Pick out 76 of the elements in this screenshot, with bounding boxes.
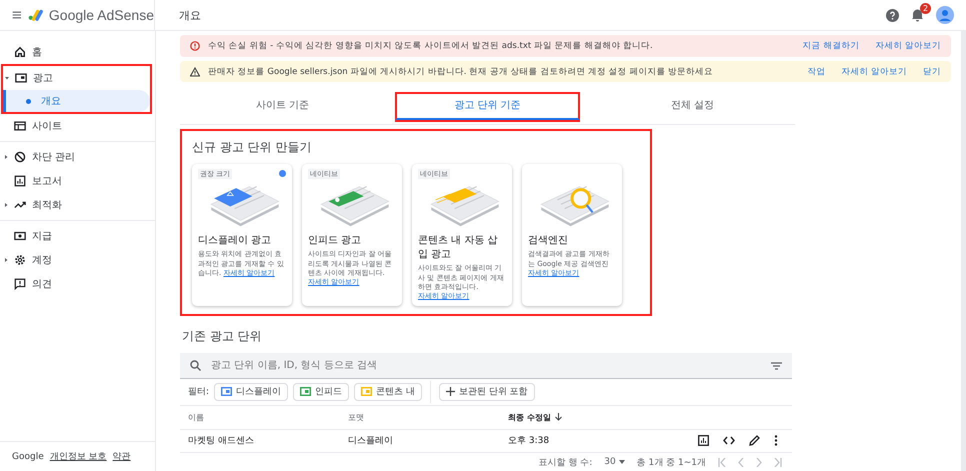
- caret-icon[interactable]: [4, 258, 8, 262]
- section-title: 신규 광고 단위 만들기: [192, 139, 312, 156]
- card-title: 검색엔진: [528, 234, 569, 248]
- dropdown-icon: [618, 460, 625, 464]
- filter-icon[interactable]: [771, 362, 782, 370]
- code-icon[interactable]: [723, 436, 735, 446]
- nav-item[interactable]: 지급: [2, 224, 151, 248]
- card-title: 인피드 광고: [308, 234, 362, 248]
- notification-badge: 2: [920, 3, 931, 14]
- more-icon[interactable]: [774, 435, 778, 446]
- nav-subitem[interactable]: 개요: [3, 90, 150, 112]
- nav-item[interactable]: 광고: [3, 66, 150, 90]
- filter-chip[interactable]: 디스플레이: [214, 382, 288, 401]
- alert-link[interactable]: 작업: [807, 66, 826, 78]
- footer-link[interactable]: 개인정보 보호: [50, 450, 107, 463]
- card-title: 콘텐츠 내 자동 삽입 광고: [418, 234, 499, 262]
- menu-icon[interactable]: [12, 9, 22, 21]
- page-title: 개요: [179, 8, 201, 22]
- nav-item[interactable]: 보고서: [2, 169, 151, 193]
- page-range: 총 1개 중 1~1개: [636, 456, 706, 469]
- feedback-icon: [14, 278, 26, 290]
- bar-chart-icon: [14, 175, 26, 187]
- app-name: Google AdSense: [48, 7, 154, 23]
- nav-item[interactable]: 의견: [2, 272, 151, 296]
- trend-icon: [14, 199, 26, 211]
- alert-link[interactable]: 자세히 알아보기: [841, 66, 907, 78]
- footer-link[interactable]: 약관: [112, 450, 131, 463]
- search-field[interactable]: 광고 단위 이름, ID, 형식 등으로 검색: [209, 359, 763, 372]
- section-title: 기존 광고 단위: [182, 328, 263, 346]
- column-header[interactable]: 최종 수정일: [508, 412, 648, 423]
- rows-per-page-select[interactable]: 30: [604, 457, 625, 468]
- settings-icon: [14, 254, 26, 266]
- money-icon: [14, 230, 26, 242]
- home-icon: [14, 46, 26, 58]
- nav-item[interactable]: 차단 관리: [2, 145, 151, 169]
- table-cell-text: 디스플레이: [348, 435, 394, 448]
- help-icon[interactable]: [886, 8, 899, 22]
- filter-label: 필터:: [188, 386, 210, 398]
- bell-icon[interactable]: [911, 8, 924, 22]
- column-header[interactable]: 이름: [188, 412, 348, 423]
- alert-link[interactable]: 닫기: [923, 66, 941, 78]
- tab[interactable]: 전체 설정: [600, 92, 785, 120]
- error-icon: [190, 40, 200, 51]
- caret-icon[interactable]: [5, 76, 9, 80]
- avatar-icon[interactable]: [936, 6, 954, 24]
- rows-per-page-label: 표시할 행 수:: [538, 456, 592, 469]
- tab[interactable]: 사이트 기준: [190, 92, 375, 120]
- nav-item[interactable]: 홈: [2, 40, 151, 64]
- search-icon: [190, 360, 201, 372]
- search-bar[interactable]: 광고 단위 이름, ID, 형식 등으로 검색: [180, 353, 792, 380]
- logo-icon: [28, 7, 43, 23]
- alert-link[interactable]: 자세히 알아보기: [875, 40, 941, 52]
- edit-icon[interactable]: [749, 435, 760, 446]
- card-title: 디스플레이 광고: [198, 234, 272, 248]
- report-icon[interactable]: [698, 435, 709, 446]
- plus-icon: [446, 387, 455, 396]
- table-cell-text: 오후 3:38: [508, 435, 550, 448]
- alert-text: 수익 손실 위험 - 수익에 심각한 영향을 미치지 않도록 사이트에서 발견된 ads.txt 파일 문제를 해결해야 합니다.: [208, 40, 654, 52]
- filter-chip[interactable]: 콘텐츠 내: [354, 382, 422, 401]
- nav-item[interactable]: 사이트: [2, 114, 151, 138]
- nav-item[interactable]: 최적화: [2, 193, 151, 217]
- caret-icon[interactable]: [4, 155, 8, 159]
- block-icon: [14, 151, 26, 163]
- tab[interactable]: 광고 단위 기준: [395, 92, 580, 120]
- ad-frame-icon: [15, 72, 27, 84]
- warning-icon: [190, 66, 200, 77]
- archive-filter-chip[interactable]: 보관된 단위 포함: [438, 382, 535, 401]
- column-header[interactable]: 포맷: [348, 412, 508, 423]
- alert-link[interactable]: 지금 해결하기: [802, 40, 860, 52]
- caret-icon[interactable]: [4, 203, 8, 207]
- browser-icon: [14, 120, 26, 132]
- alert-text: 판매자 정보를 Google sellers.json 파일에 게시하시기 바랍니다. 현재 공개 상태를 검토하려면 계정 설정 페이지를 방문하세요: [208, 66, 714, 78]
- footer-brand: Google: [12, 452, 44, 462]
- filter-chip[interactable]: 인피드: [293, 382, 350, 401]
- table-cell-text: 마켓팅 애드센스: [188, 435, 255, 448]
- nav-item[interactable]: 계정: [2, 248, 151, 272]
